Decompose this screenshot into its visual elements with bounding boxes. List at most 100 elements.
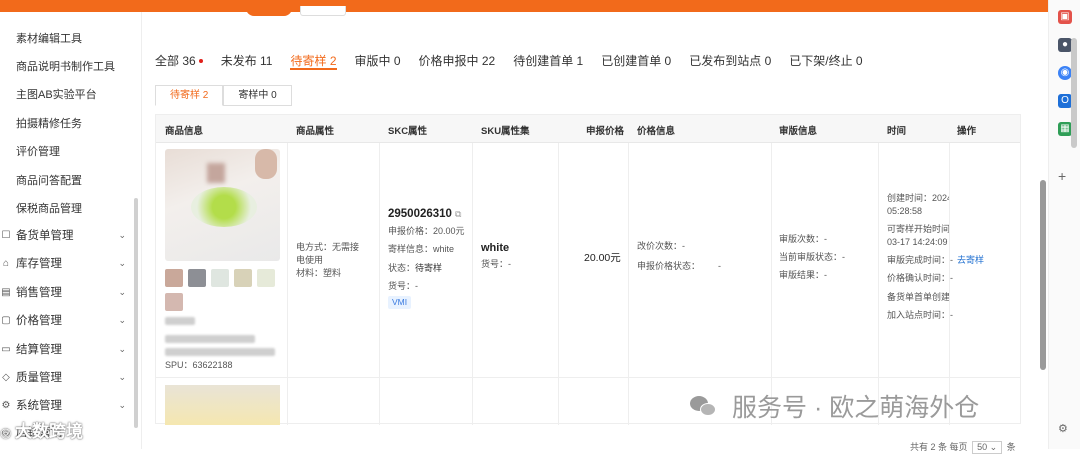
wechat-icon	[690, 394, 718, 418]
sidebar-group-label: 销售管理	[16, 287, 62, 299]
tab-first-order-created[interactable]: 已创建首单 0	[601, 52, 671, 70]
header-review-info: 审版信息	[779, 126, 818, 137]
attr-material: 材料：塑料	[296, 268, 342, 278]
shield-icon: ◇	[2, 371, 10, 383]
header-product-info: 商品信息	[165, 126, 204, 137]
price-icon: ▢	[1, 314, 11, 326]
sku-cargo: 货号：-	[481, 259, 511, 269]
chevron-down-icon: ⌄	[118, 371, 126, 382]
page-size-value: 50	[977, 442, 988, 452]
chart-icon: ▤	[1, 286, 11, 298]
total-count: 共有 2 条	[910, 442, 948, 452]
header-time: 时间	[887, 126, 907, 137]
review-result: 审版结果：-	[779, 270, 827, 280]
review-current: 当前审版状态：-	[779, 252, 845, 262]
spu-text: SPU：63622188	[165, 360, 233, 370]
chevron-down-icon: ⌄	[118, 229, 126, 240]
right-toolbar-scrollbar[interactable]	[1071, 38, 1077, 148]
attr-power: 电方式：无需接	[296, 242, 360, 252]
sheets-icon[interactable]: ▦	[1058, 122, 1072, 136]
sidebar-item-manual-tool[interactable]: 商品说明书制作工具	[16, 58, 115, 74]
settings-icon[interactable]: ⚙	[1058, 422, 1068, 435]
tab-delisted[interactable]: 已下架/终止 0	[789, 52, 862, 70]
price-status: 申报价格状态： -	[637, 260, 721, 273]
person-icon[interactable]: ●	[1058, 38, 1072, 52]
sidebar-group-sales[interactable]: ▤ 销售管理 ⌄	[0, 282, 136, 302]
product-thumbnail[interactable]	[234, 269, 252, 287]
price-confirm-time: 价格确认时间：-	[887, 273, 953, 283]
warehouse-icon: ⌂	[2, 257, 10, 269]
order-created-time: 备货单首单创建	[887, 292, 949, 302]
subtab-pending-sample[interactable]: 待寄样 2	[155, 85, 224, 106]
header-declared-price: 申报价格	[586, 126, 625, 137]
skc-cargo: 货号：-	[388, 281, 418, 291]
sidebar-item-ab-platform[interactable]: 主图AB实验平台	[16, 86, 97, 102]
sidebar-group-label: 库存管理	[16, 258, 62, 270]
chevron-down-icon: ⌄	[118, 286, 126, 297]
product-thumbnail[interactable]	[165, 293, 183, 311]
sidebar-group-settlement[interactable]: ▭ 结算管理 ⌄	[0, 339, 136, 359]
sidebar-group-label: 质量管理	[16, 372, 62, 384]
product-thumbnail[interactable]	[211, 269, 229, 287]
gift-icon[interactable]: ▣	[1058, 10, 1072, 24]
copy-icon[interactable]: ⧉	[455, 208, 461, 221]
review-count: 审版次数：-	[779, 234, 827, 244]
skc-id[interactable]: 2950026310	[388, 208, 452, 221]
sidebar-group-label: 价格管理	[16, 315, 62, 327]
header-product-attr: 商品属性	[296, 126, 335, 137]
notification-dot	[198, 59, 203, 63]
sidebar-group-stock-orders[interactable]: ☐ 备货单管理 ⌄	[0, 225, 136, 245]
page-size-select[interactable]: 50 ⌄	[972, 441, 1003, 454]
extension-icon[interactable]: ◉	[1058, 66, 1072, 80]
header-skc-attr: SKC属性	[388, 126, 428, 137]
header-secondary-button[interactable]	[300, 6, 346, 16]
sidebar-group-price[interactable]: ▢ 价格管理 ⌄	[0, 310, 136, 330]
attr-power-cont: 电使用	[296, 255, 324, 265]
chevron-down-icon: ⌄	[118, 257, 126, 268]
pagination: 共有 2 条 每页 50 ⌄ 条	[910, 440, 1016, 454]
tab-published[interactable]: 已发布到站点 0	[689, 52, 771, 70]
add-icon[interactable]: +	[1058, 168, 1066, 184]
product-image[interactable]	[165, 149, 280, 261]
product-thumbnail[interactable]	[188, 269, 206, 287]
product-thumbnail[interactable]	[257, 269, 275, 287]
status-tabs: 全部 36 未发布 11 待寄样 2 审版中 0 价格申报中 22 待创建首单 …	[155, 52, 881, 70]
product-thumbnail[interactable]	[165, 269, 183, 287]
sidebar-item-qa-config[interactable]: 商品问答配置	[16, 172, 82, 188]
main-scrollbar[interactable]	[1040, 180, 1046, 370]
sidebar-group-label: 结算管理	[16, 344, 62, 356]
tab-all[interactable]: 全部 36	[155, 52, 203, 70]
product-image[interactable]	[165, 385, 280, 425]
status-badge: 待寄样	[415, 263, 443, 273]
logo-icon: ◎	[0, 425, 15, 440]
sidebar-group-system[interactable]: ⚙ 系统管理 ⌄	[0, 395, 136, 415]
sidebar-group-label: 备货单管理	[16, 230, 74, 242]
watermark: 服务号 · 欧之萌海外仓	[690, 388, 979, 424]
sidebar-group-inventory[interactable]: ⌂ 库存管理 ⌄	[0, 253, 136, 273]
outlook-icon[interactable]: O	[1058, 94, 1072, 108]
tab-pending-first-order[interactable]: 待创建首单 1	[513, 52, 583, 70]
sidebar-scrollbar[interactable]	[134, 198, 138, 428]
watermark-left: ◎ 大数跨境	[0, 417, 83, 442]
header-sku-attr: SKU属性集	[481, 126, 530, 137]
subtab-sampling[interactable]: 寄样中 0	[223, 85, 292, 106]
declared-price: 20.00元	[584, 252, 621, 264]
sidebar-item-bonded[interactable]: 保税商品管理	[16, 200, 82, 216]
tab-under-review[interactable]: 审版中 0	[355, 52, 401, 70]
clipboard-icon: ☐	[1, 229, 11, 241]
sidebar-item-photo-tasks[interactable]: 拍摄精修任务	[16, 115, 82, 131]
header-action: 操作	[957, 126, 977, 137]
per-page-label: 每页	[949, 442, 968, 452]
sidebar-item-material-editor[interactable]: 素材编辑工具	[16, 30, 82, 46]
tab-price-declaring[interactable]: 价格申报中 22	[419, 52, 496, 70]
vmi-badge: VMI	[388, 296, 412, 309]
header-active-button[interactable]	[246, 0, 292, 16]
sidebar-group-quality[interactable]: ◇ 质量管理 ⌄	[0, 367, 136, 387]
sidebar-item-reviews[interactable]: 评价管理	[16, 143, 60, 159]
header-price-info: 价格信息	[637, 126, 676, 137]
tab-pending-sample[interactable]: 待寄样 2	[290, 52, 337, 70]
tab-label: 全部 36	[155, 54, 196, 68]
sku-color: white	[481, 242, 510, 254]
tab-unpublished[interactable]: 未发布 11	[221, 52, 273, 70]
send-sample-link[interactable]: 去寄样	[957, 254, 984, 267]
